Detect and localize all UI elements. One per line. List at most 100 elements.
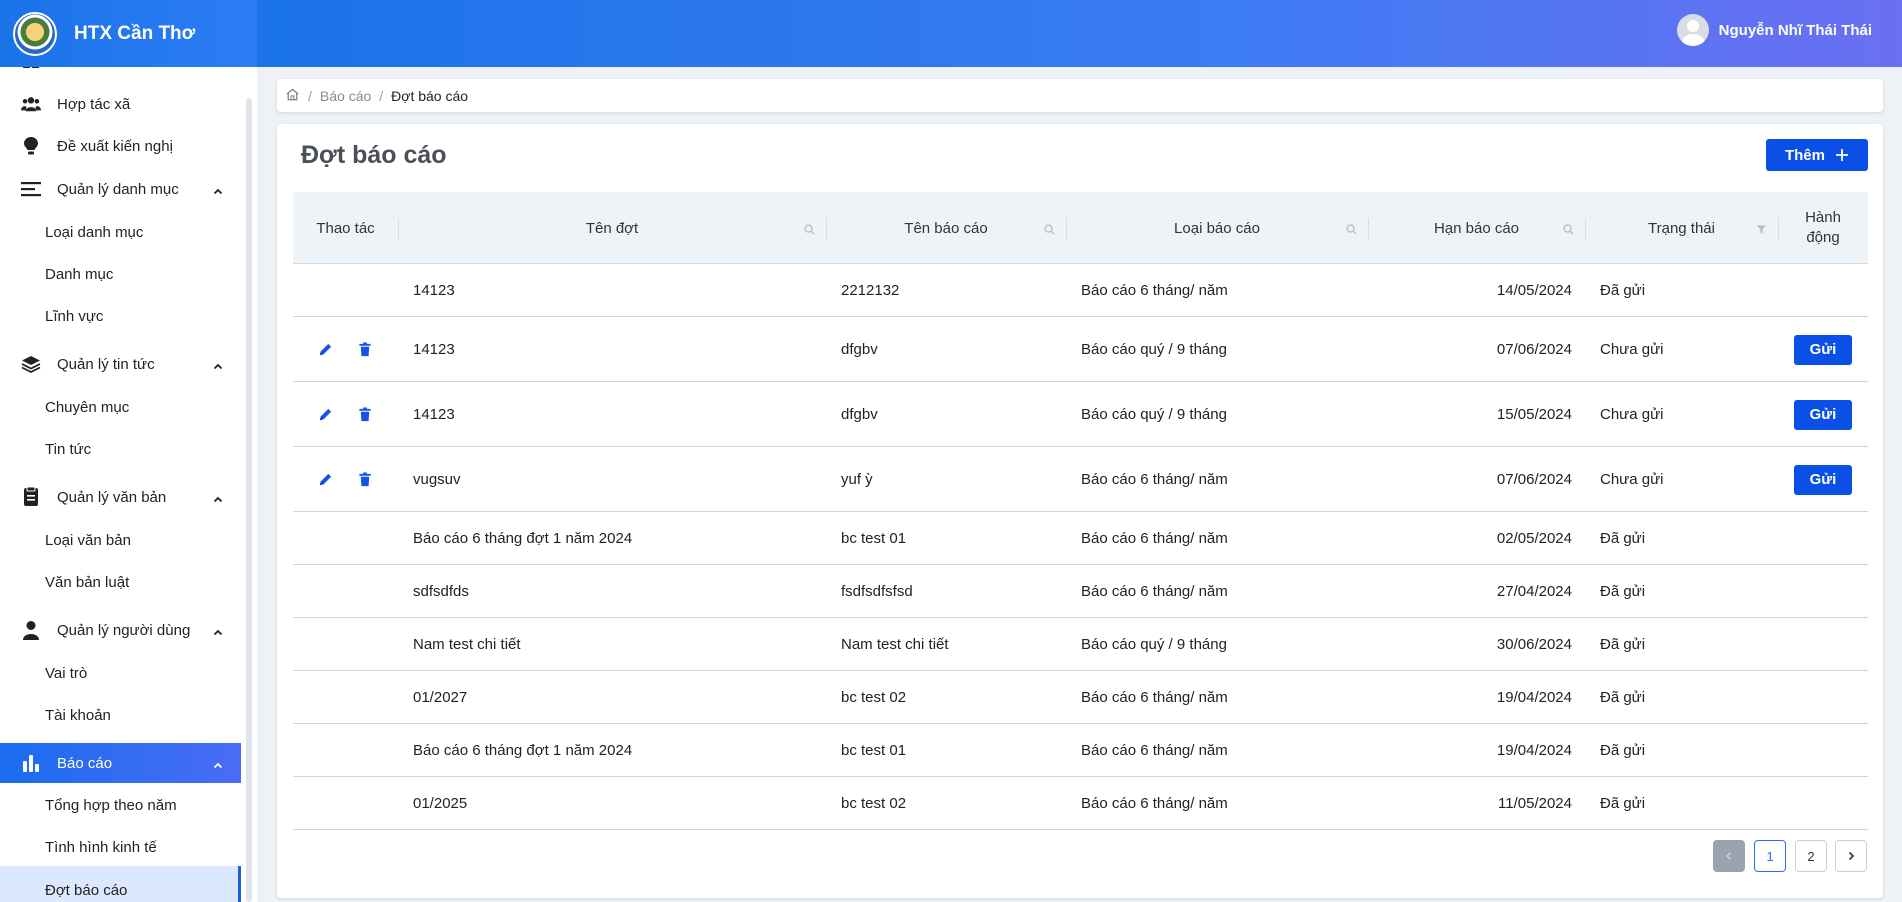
breadcrumb: / Báo cáo / Đợt báo cáo	[277, 79, 1883, 112]
column-header-label: Loại báo cáo	[1174, 219, 1260, 237]
edit-icon[interactable]	[318, 407, 334, 423]
sidebar-item-de-xuat-kien-nghi[interactable]: Đề xuất kiến nghị	[0, 134, 241, 158]
cell-ten-bao-cao: bc test 02	[841, 688, 907, 706]
page-button-2[interactable]: 2	[1795, 840, 1827, 872]
edit-icon[interactable]	[318, 472, 334, 488]
search-icon[interactable]	[804, 222, 816, 235]
delete-icon[interactable]	[358, 341, 374, 358]
table-row: sdfsdfds fsdfsdfsfsd Báo cáo 6 tháng/ năm 2…	[293, 565, 1868, 618]
table-header: Thao tác Tên đợt Tên báo cáo Loại báo cáo Hạ…	[293, 192, 1868, 264]
sidebar-subitem-van-ban-luat[interactable]: Văn bản luật	[45, 574, 129, 591]
cell-loai-bao-cao: Báo cáo 6 tháng/ năm	[1081, 281, 1228, 299]
delete-icon[interactable]	[358, 471, 374, 488]
prev-page-button[interactable]	[1713, 840, 1745, 872]
sidebar-subitem-loai-danh-muc[interactable]: Loại danh mục	[45, 224, 143, 241]
chevron-up-icon[interactable]	[213, 492, 223, 503]
column-header-ten-bao-cao[interactable]: Tên báo cáo	[826, 192, 1066, 264]
search-icon[interactable]	[1563, 222, 1575, 235]
cell-ten-dot: 01/2025	[413, 794, 468, 812]
brand[interactable]: HTX Cần Thơ	[0, 0, 257, 67]
cell-ten-bao-cao: dfgbv	[841, 405, 878, 423]
chevron-up-icon[interactable]	[213, 625, 223, 636]
logo	[13, 11, 57, 56]
column-divider	[1368, 218, 1369, 240]
sidebar-item-quan-ly-nguoi-dung[interactable]: Quản lý người dùng	[0, 618, 241, 642]
sidebar-item-quan-ly-tin-tuc[interactable]: Quản lý tin tức	[0, 352, 241, 376]
column-divider	[1585, 218, 1586, 240]
sidebar-item-label: Quản lý tin tức	[57, 355, 155, 373]
cell-loai-bao-cao: Báo cáo quý / 9 tháng	[1081, 340, 1227, 358]
column-header-loai-bao-cao[interactable]: Loại báo cáo	[1066, 192, 1368, 264]
sidebar-item-bao-cao[interactable]: Báo cáo	[0, 743, 241, 783]
table-row: 14123 dfgbv Báo cáo quý / 9 tháng 15/05/202…	[293, 382, 1868, 447]
cell-ten-bao-cao: dfgbv	[841, 340, 878, 358]
chevron-right-icon	[1848, 851, 1855, 861]
table-row: 14123 dfgbv Báo cáo quý / 9 tháng 07/06/202…	[293, 317, 1868, 382]
breadcrumb-separator: /	[379, 87, 384, 104]
cell-han-bao-cao: 19/04/2024	[1496, 688, 1572, 706]
sidebar-item-label: Đề xuất kiến nghị	[57, 137, 173, 155]
cell-trang-thai: Đã gửi	[1600, 582, 1646, 600]
next-page-button[interactable]	[1835, 840, 1867, 872]
cell-loai-bao-cao: Báo cáo 6 tháng/ năm	[1081, 529, 1228, 547]
table-row: 01/2025 bc test 02 Báo cáo 6 tháng/ năm 11/…	[293, 777, 1868, 830]
filter-icon[interactable]	[1756, 222, 1768, 234]
sidebar-subitem-chuyen-muc[interactable]: Chuyên mục	[45, 399, 129, 416]
column-header-ten-dot[interactable]: Tên đợt	[398, 192, 826, 264]
cell-loai-bao-cao: Báo cáo quý / 9 tháng	[1081, 635, 1227, 653]
sidebar-subitem-vai-tro[interactable]: Vai trò	[45, 665, 87, 682]
sidebar-item-label: Quản lý danh mục	[57, 180, 179, 198]
cell-han-bao-cao: 14/05/2024	[1496, 281, 1572, 299]
bar-chart-icon	[21, 753, 41, 773]
page-button-1[interactable]: 1	[1754, 840, 1786, 872]
search-icon[interactable]	[1346, 222, 1358, 235]
column-header-trang-thai[interactable]: Trạng thái	[1585, 192, 1778, 264]
search-icon[interactable]	[1044, 222, 1056, 235]
column-header-label: Tên đợt	[585, 219, 639, 237]
table-row: Nam test chi tiết Nam test chi tiết Báo cá…	[293, 618, 1868, 671]
content-card: Đợt báo cáo Thêm Thao tác Tên đợt Tên báo …	[277, 124, 1883, 898]
sidebar-subitem-tin-tuc[interactable]: Tin tức	[45, 441, 91, 458]
cell-trang-thai: Chưa gửi	[1600, 340, 1664, 358]
sidebar-subitem-dot-bao-cao[interactable]: Đợt báo cáo	[45, 882, 127, 899]
chevron-up-icon[interactable]	[213, 758, 223, 769]
chevron-up-icon[interactable]	[213, 359, 223, 370]
sidebar-item-quan-ly-van-ban[interactable]: Quản lý văn bản	[0, 485, 241, 509]
send-button[interactable]: Gửi	[1794, 334, 1852, 365]
cell-loai-bao-cao: Báo cáo 6 tháng/ năm	[1081, 470, 1228, 488]
edit-icon[interactable]	[318, 342, 334, 358]
sidebar-item-quan-ly-danh-muc[interactable]: Quản lý danh mục	[0, 177, 241, 201]
column-divider	[1778, 218, 1779, 240]
column-divider	[826, 218, 827, 240]
send-button[interactable]: Gửi	[1794, 399, 1852, 430]
add-button[interactable]: Thêm	[1766, 139, 1868, 171]
breadcrumb-item-current: Đợt báo cáo	[391, 87, 469, 104]
cell-ten-bao-cao: yuf ỳ	[841, 470, 873, 488]
sidebar-scrollbar[interactable]	[246, 98, 252, 902]
sidebar-subitem-loai-van-ban[interactable]: Loại văn bản	[45, 532, 131, 549]
user-menu[interactable]: Nguyễn Nhĩ Thái Thái	[1676, 14, 1872, 46]
cell-trang-thai: Đã gửi	[1600, 741, 1646, 759]
column-header-han-bao-cao[interactable]: Hạn báo cáo	[1368, 192, 1585, 264]
breadcrumb-item-bao-cao[interactable]: Báo cáo	[320, 88, 371, 104]
sidebar-item-hop-tac-xa[interactable]: Hợp tác xã	[0, 92, 241, 116]
sidebar-subitem-tong-hop-theo-nam[interactable]: Tổng hợp theo năm	[45, 797, 177, 814]
cell-loai-bao-cao: Báo cáo 6 tháng/ năm	[1081, 741, 1228, 759]
layers-icon	[21, 354, 41, 374]
cell-ten-bao-cao: fsdfsdfsfsd	[841, 582, 913, 600]
sidebar-item-label: Quản lý người dùng	[57, 621, 191, 639]
cell-trang-thai: Đã gửi	[1600, 529, 1646, 547]
home-icon[interactable]	[285, 87, 300, 105]
sidebar-subitem-danh-muc[interactable]: Danh mục	[45, 266, 113, 283]
chevron-up-icon[interactable]	[213, 184, 223, 195]
send-button[interactable]: Gửi	[1794, 464, 1852, 495]
column-header-thao-tac[interactable]: Thao tác	[293, 192, 398, 264]
sidebar-subitem-linh-vuc[interactable]: Lĩnh vực	[45, 308, 103, 325]
sidebar-subitem-tinh-hinh-kinh-te[interactable]: Tình hình kinh tế	[45, 839, 157, 856]
delete-icon[interactable]	[358, 406, 374, 423]
cell-han-bao-cao: 30/06/2024	[1496, 635, 1572, 653]
person-icon	[21, 620, 41, 640]
column-header-label: Hành động	[1805, 209, 1841, 246]
column-header-hanh-dong[interactable]: Hành động	[1778, 192, 1868, 264]
sidebar-subitem-tai-khoan[interactable]: Tài khoản	[45, 707, 111, 724]
